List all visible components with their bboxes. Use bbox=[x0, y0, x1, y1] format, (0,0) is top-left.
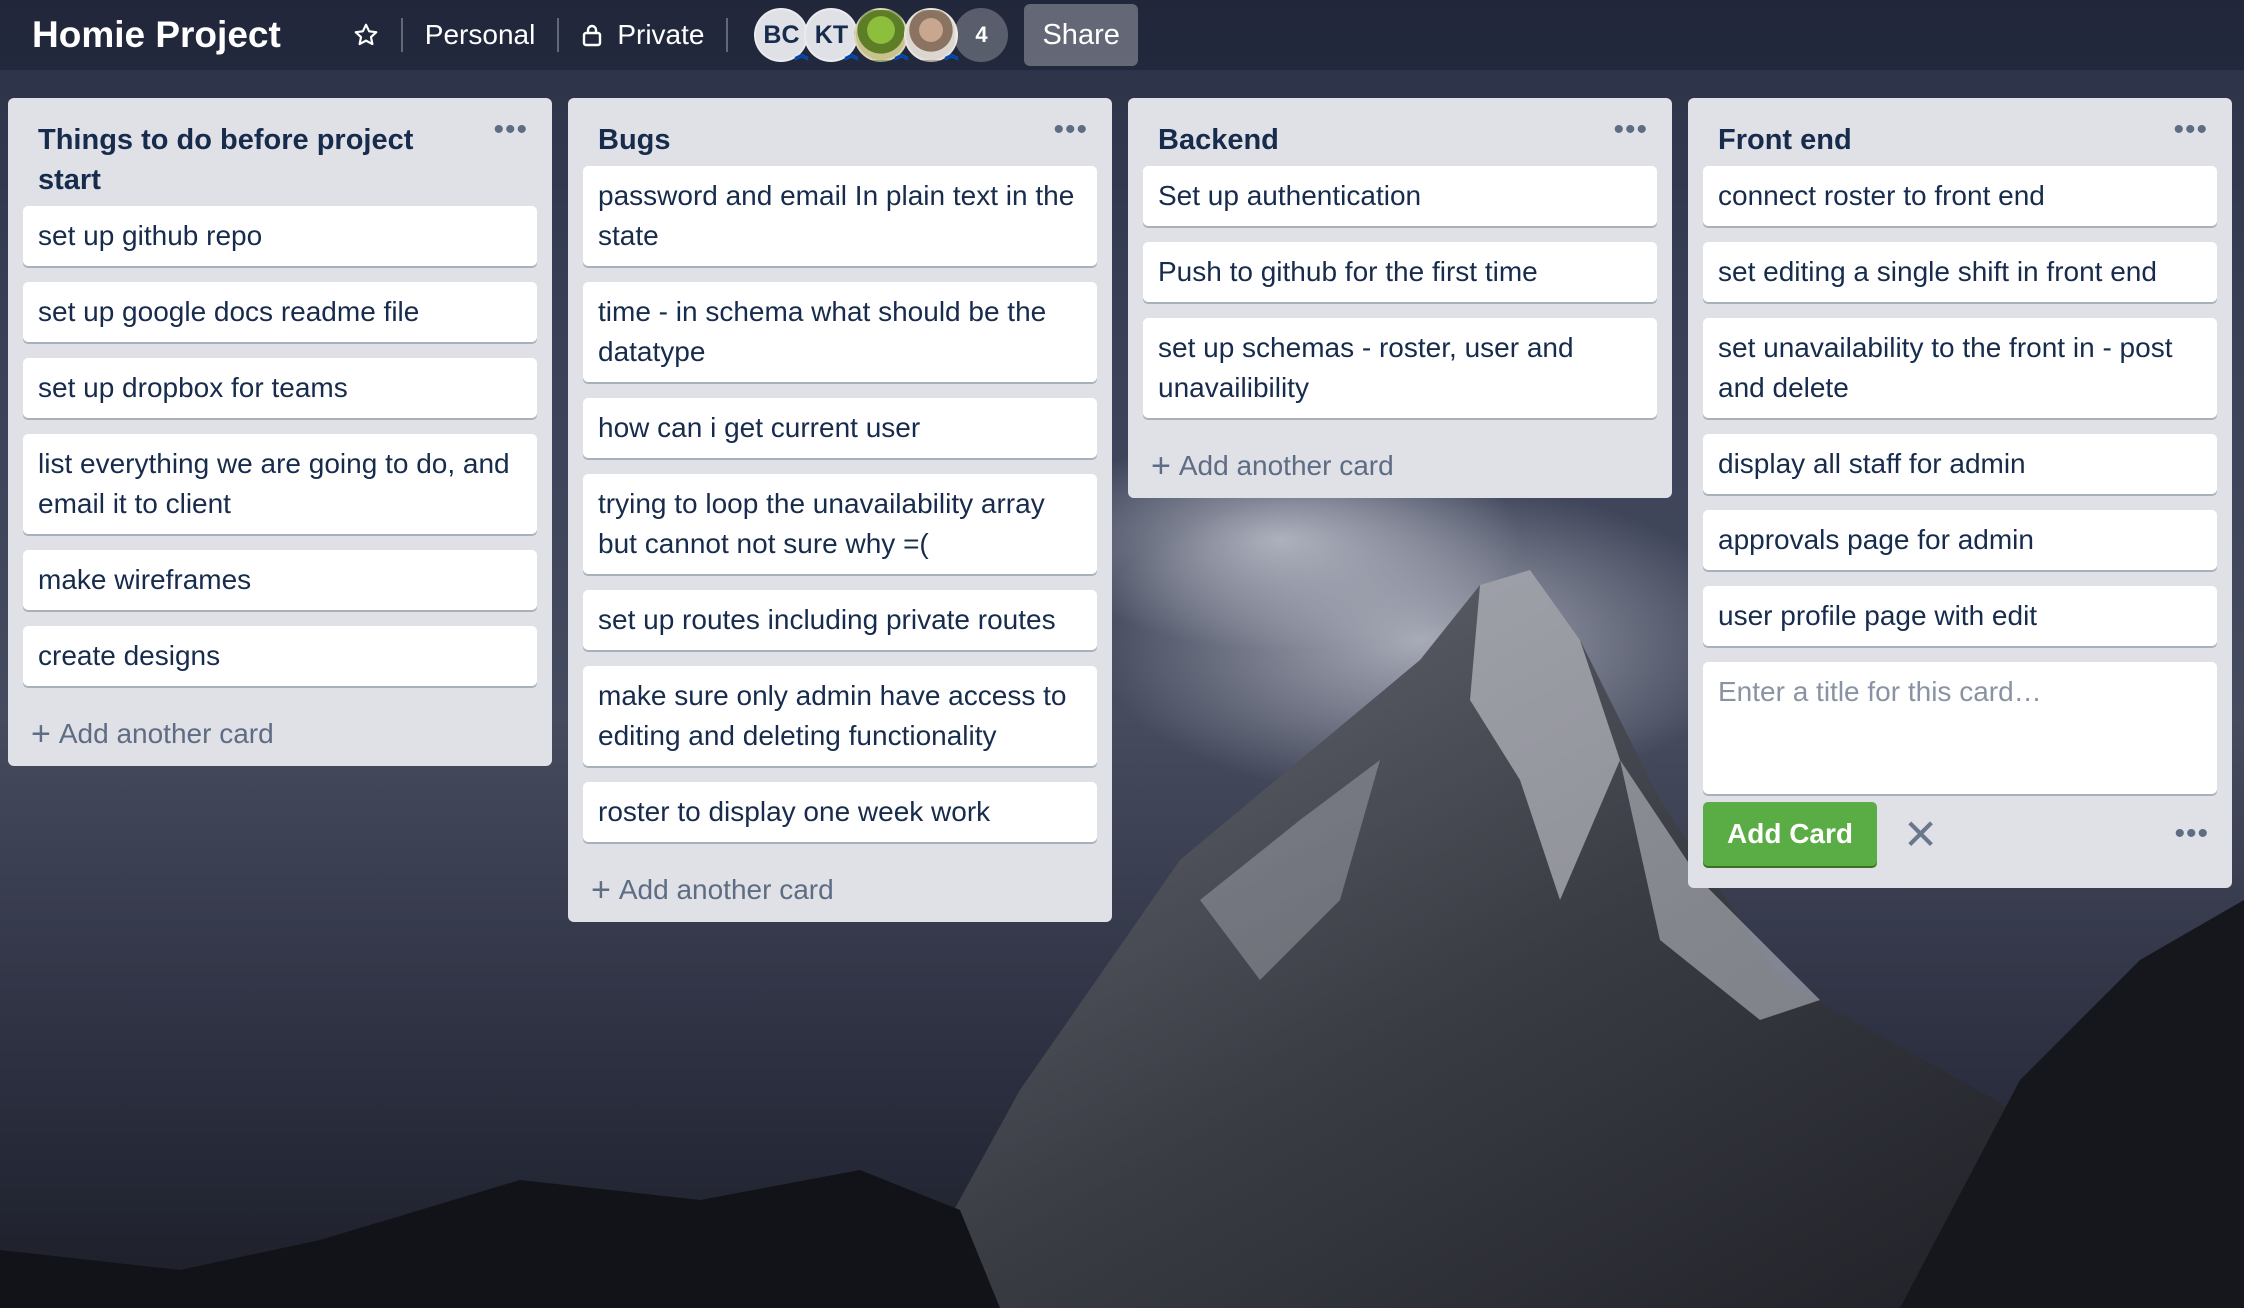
list-card[interactable]: set up google docs readme file bbox=[23, 282, 537, 342]
list-card[interactable]: password and email In plain text in the … bbox=[583, 166, 1097, 266]
list-card[interactable]: time - in schema what should be the data… bbox=[583, 282, 1097, 382]
team-visibility-button[interactable]: Personal bbox=[403, 7, 558, 63]
list-bugs: Bugs ••• password and email In plain tex… bbox=[568, 98, 1112, 922]
list-backend: Backend ••• Set up authentication Push t… bbox=[1128, 98, 1672, 498]
privacy-button[interactable]: Private bbox=[559, 7, 726, 63]
close-icon[interactable]: ✕ bbox=[1903, 810, 1938, 859]
plus-icon: + bbox=[591, 870, 611, 909]
add-card-label: Add another card bbox=[58, 718, 274, 749]
list-card[interactable]: approvals page for admin bbox=[1703, 510, 2217, 570]
more-icon[interactable]: ••• bbox=[1613, 115, 1648, 160]
add-card-button[interactable]: + Add another card bbox=[1143, 434, 1657, 498]
list-card[interactable]: trying to loop the unavailability array … bbox=[583, 474, 1097, 574]
member-avatar[interactable]: ︽ bbox=[854, 8, 909, 62]
list-card[interactable]: set editing a single shift in front end bbox=[1703, 242, 2217, 302]
board-title[interactable]: Homie Project bbox=[32, 14, 281, 56]
member-avatar[interactable]: BC ︽ bbox=[754, 8, 809, 62]
list-card[interactable]: list everything we are going to do, and … bbox=[23, 434, 537, 534]
member-count-badge[interactable]: 4 bbox=[954, 8, 1009, 62]
add-card-label: Add another card bbox=[618, 874, 834, 905]
list-card[interactable]: display all staff for admin bbox=[1703, 434, 2217, 494]
board-header: Homie Project Personal Private BC ︽ KT ︽ ︽… bbox=[0, 0, 2244, 70]
member-avatar[interactable]: KT ︽ bbox=[804, 8, 859, 62]
list-card[interactable]: Push to github for the first time bbox=[1143, 242, 1657, 302]
more-icon[interactable]: ••• bbox=[2174, 817, 2209, 851]
more-icon[interactable]: ••• bbox=[2173, 115, 2208, 160]
team-visibility-label: Personal bbox=[424, 19, 536, 50]
card-composer-controls: Add Card ✕ ••• bbox=[1703, 794, 2217, 888]
list-card[interactable]: set unavailability to the front in - pos… bbox=[1703, 318, 2217, 418]
lock-icon bbox=[581, 23, 603, 47]
star-button[interactable] bbox=[331, 7, 401, 63]
list-things-to-do: Things to do before project start ••• se… bbox=[8, 98, 552, 766]
list-card[interactable]: how can i get current user bbox=[583, 398, 1097, 458]
list-card[interactable]: create designs bbox=[23, 626, 537, 686]
list-front-end: Front end ••• connect roster to front en… bbox=[1688, 98, 2232, 888]
list-card[interactable]: set up routes including private routes bbox=[583, 590, 1097, 650]
list-card[interactable]: roster to display one week work bbox=[583, 782, 1097, 842]
list-card[interactable]: user profile page with edit bbox=[1703, 586, 2217, 646]
list-header: Backend ••• bbox=[1143, 110, 1657, 160]
list-title[interactable]: Things to do before project start bbox=[38, 120, 478, 200]
list-title[interactable]: Backend bbox=[1158, 120, 1598, 160]
share-button[interactable]: Share bbox=[1024, 4, 1138, 66]
list-card[interactable]: make wireframes bbox=[23, 550, 537, 610]
board-members: BC ︽ KT ︽ ︽ ︽ 4 bbox=[754, 8, 1009, 62]
new-card-title-input[interactable] bbox=[1703, 662, 2217, 794]
star-icon bbox=[353, 22, 379, 48]
list-card[interactable]: set up schemas - roster, user and unavai… bbox=[1143, 318, 1657, 418]
member-initials: KT bbox=[814, 20, 849, 49]
add-card-button[interactable]: + Add another card bbox=[23, 702, 537, 766]
header-divider bbox=[726, 18, 729, 52]
add-card-button[interactable]: + Add another card bbox=[583, 858, 1097, 922]
list-card[interactable]: make sure only admin have access to edit… bbox=[583, 666, 1097, 766]
plus-icon: + bbox=[31, 714, 51, 753]
list-card[interactable]: Set up authentication bbox=[1143, 166, 1657, 226]
list-card[interactable]: set up github repo bbox=[23, 206, 537, 266]
add-card-submit-button[interactable]: Add Card bbox=[1703, 802, 1877, 866]
plus-icon: + bbox=[1151, 446, 1171, 485]
privacy-label: Private bbox=[617, 19, 705, 50]
more-icon[interactable]: ••• bbox=[493, 115, 528, 200]
list-title[interactable]: Front end bbox=[1718, 120, 2158, 160]
member-avatar[interactable]: ︽ bbox=[904, 8, 959, 62]
list-header: Things to do before project start ••• bbox=[23, 110, 537, 200]
list-header: Front end ••• bbox=[1703, 110, 2217, 160]
add-card-label: Add another card bbox=[1178, 450, 1394, 481]
list-header: Bugs ••• bbox=[583, 110, 1097, 160]
list-card[interactable]: set up dropbox for teams bbox=[23, 358, 537, 418]
more-icon[interactable]: ••• bbox=[1053, 115, 1088, 160]
list-card[interactable]: connect roster to front end bbox=[1703, 166, 2217, 226]
list-title[interactable]: Bugs bbox=[598, 120, 1038, 160]
